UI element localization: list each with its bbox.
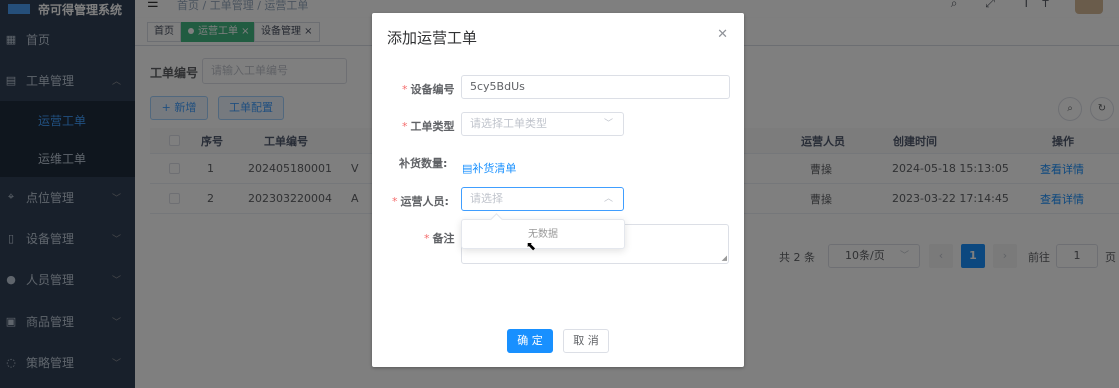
device-code-label: * 设备编号: [402, 83, 455, 96]
list-icon: ▤: [462, 162, 473, 175]
required-mark: *: [402, 120, 408, 133]
confirm-button[interactable]: 确 定: [507, 329, 553, 353]
required-mark: *: [424, 232, 430, 245]
ticket-type-placeholder: 请选择工单类型: [470, 117, 547, 130]
chevron-up-icon: ︿: [603, 194, 613, 204]
dialog-title: 添加运营工单: [387, 29, 478, 47]
resize-handle-icon[interactable]: ◢: [722, 254, 727, 262]
add-operation-ticket-dialog: 添加运营工单 ✕ * 设备编号 5cy5BdUs * 工单类型 请选择工单类型 ﹀ …: [372, 13, 744, 367]
cancel-button[interactable]: 取 消: [563, 329, 609, 353]
operator-label: * 运营人员:: [392, 195, 449, 208]
supply-quantity-label: 补货数量:: [399, 157, 448, 170]
remark-label: * 备注: [424, 232, 455, 245]
operator-placeholder: 请选择: [470, 192, 503, 205]
chevron-down-icon: ﹀: [603, 119, 613, 129]
required-mark: *: [402, 83, 408, 96]
ticket-type-label: * 工单类型: [402, 120, 455, 133]
device-code-input[interactable]: 5cy5BdUs: [461, 75, 730, 99]
supply-list-link[interactable]: ▤补货清单: [462, 160, 516, 176]
ticket-type-select[interactable]: 请选择工单类型 ﹀: [461, 112, 624, 136]
operator-dropdown: 无数据: [461, 219, 625, 249]
required-mark: *: [392, 195, 398, 208]
mouse-cursor-icon: ⬉: [526, 239, 537, 253]
close-icon[interactable]: ✕: [717, 27, 728, 42]
operator-select[interactable]: 请选择 ︿: [461, 187, 624, 211]
